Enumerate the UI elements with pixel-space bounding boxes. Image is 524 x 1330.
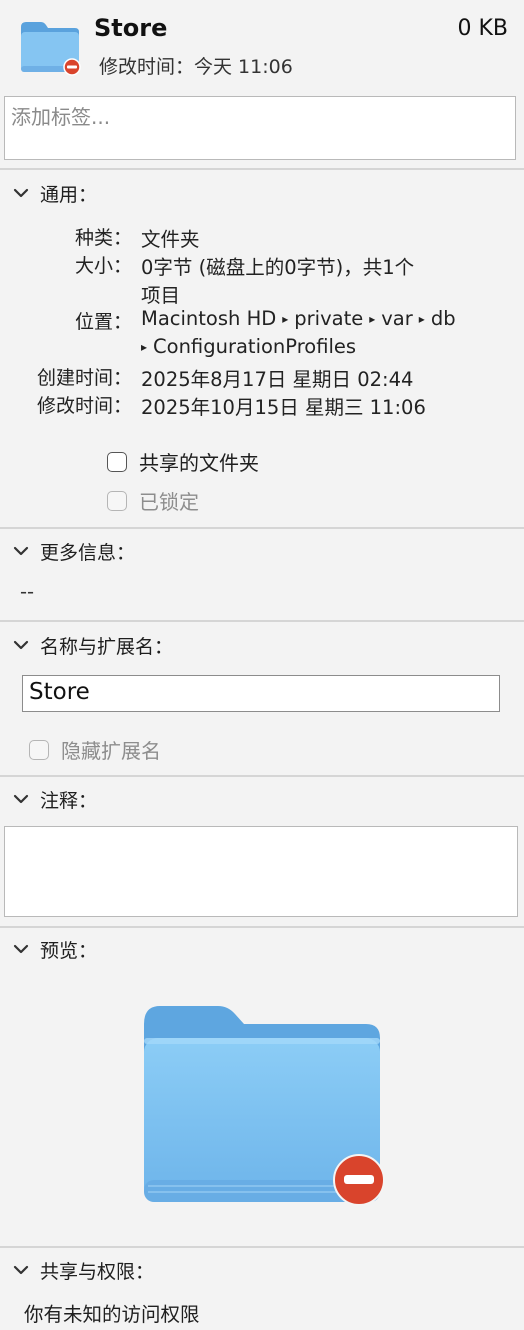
section-comments-title: 注释：: [40, 789, 98, 812]
folder-preview-icon: [144, 1006, 385, 1206]
divider: [0, 1246, 524, 1248]
path-arrow-icon: ▸: [282, 311, 289, 326]
path-arrow-icon: ▸: [369, 311, 376, 326]
section-name-ext-toggle[interactable]: 名称与扩展名：: [10, 632, 173, 658]
hide-extension-checkbox[interactable]: 隐藏扩展名: [29, 735, 161, 764]
get-info-window: Store 0 KB 修改时间：今天 11:06 添加标签... 通用： 种类：…: [0, 0, 524, 1330]
divider: [0, 775, 524, 777]
path-segment[interactable]: db: [431, 307, 456, 330]
chevron-down-icon: [13, 1265, 29, 1275]
path-segment[interactable]: ConfigurationProfiles: [153, 335, 356, 358]
divider: [0, 926, 524, 928]
more-info-value: --: [20, 580, 35, 603]
modified-label: 修改时间：: [36, 395, 132, 417]
path-arrow-icon: ▸: [141, 339, 148, 354]
chevron-down-icon: [13, 794, 29, 804]
section-sharing-title: 共享与权限：: [40, 1260, 155, 1283]
divider: [0, 527, 524, 529]
section-general-toggle[interactable]: 通用：: [10, 180, 97, 206]
section-comments-toggle[interactable]: 注释：: [10, 786, 97, 812]
kind-label: 种类：: [74, 227, 132, 249]
chevron-down-icon: [13, 640, 29, 650]
section-more-info-toggle[interactable]: 更多信息：: [10, 538, 135, 564]
tags-input[interactable]: 添加标签...: [4, 96, 516, 160]
checkbox-box[interactable]: [29, 739, 49, 760]
path-segment[interactable]: private: [294, 307, 363, 330]
path-line-1: Macintosh HD ▸ private ▸ var ▸ db: [141, 307, 456, 330]
checkbox-box[interactable]: [107, 451, 127, 472]
permission-status: 你有未知的访问权限: [24, 1303, 200, 1326]
section-preview-toggle[interactable]: 预览：: [10, 936, 97, 962]
section-preview-title: 预览：: [40, 939, 98, 962]
comments-textarea[interactable]: [4, 826, 518, 917]
header-modified: 修改时间：今天 11:06: [99, 56, 293, 78]
folder-icon: [21, 22, 81, 76]
divider: [0, 620, 524, 622]
locked-checkbox[interactable]: 已锁定: [107, 486, 199, 515]
chevron-down-icon: [13, 546, 29, 556]
created-value: 2025年8月17日 星期日 02:44: [141, 368, 414, 391]
name-input[interactable]: Store: [22, 675, 500, 712]
shared-folder-label: 共享的文件夹: [139, 451, 259, 475]
file-size: 0 KB: [457, 16, 508, 41]
section-more-info-title: 更多信息：: [40, 541, 136, 564]
path-line-2: ▸ ConfigurationProfiles: [141, 335, 356, 358]
section-general-title: 通用：: [40, 183, 98, 206]
where-label: 位置：: [74, 311, 132, 333]
size-value-cont: 项目: [141, 284, 181, 307]
file-name: Store: [94, 14, 168, 42]
divider: [0, 168, 524, 170]
chevron-down-icon: [13, 188, 29, 198]
path-segment[interactable]: var: [381, 307, 413, 330]
section-sharing-toggle[interactable]: 共享与权限：: [10, 1257, 154, 1283]
path-arrow-icon: ▸: [418, 311, 425, 326]
size-label: 大小：: [74, 255, 132, 277]
info-header: Store 0 KB 修改时间：今天 11:06: [0, 0, 524, 90]
path-segment[interactable]: Macintosh HD: [141, 307, 276, 330]
kind-value: 文件夹: [141, 228, 200, 251]
size-value: 0字节 (磁盘上的0字节)，共1个: [141, 256, 415, 279]
chevron-down-icon: [13, 944, 29, 954]
shared-folder-checkbox[interactable]: 共享的文件夹: [107, 447, 259, 476]
hide-extension-label: 隐藏扩展名: [61, 739, 161, 763]
modified-value: 2025年10月15日 星期三 11:06: [141, 396, 426, 419]
locked-label: 已锁定: [139, 490, 199, 514]
created-label: 创建时间：: [36, 367, 132, 389]
section-name-ext-title: 名称与扩展名：: [40, 635, 174, 658]
checkbox-box[interactable]: [107, 490, 127, 511]
